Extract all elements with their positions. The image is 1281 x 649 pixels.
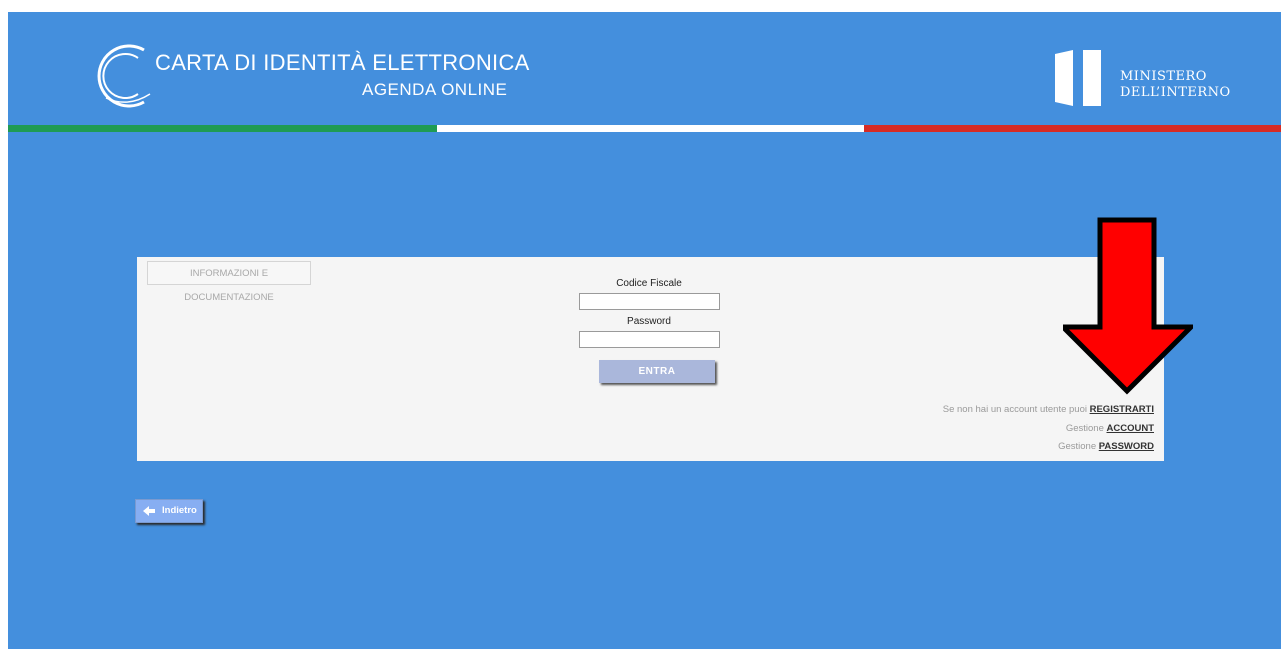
entra-button[interactable]: ENTRA: [599, 360, 715, 383]
account-link[interactable]: ACCOUNT: [1107, 423, 1155, 434]
back-button[interactable]: Indietro: [135, 499, 203, 523]
codice-fiscale-label: Codice Fiscale: [616, 278, 682, 289]
red-arrow-icon: [1063, 217, 1193, 395]
flag-green: [8, 125, 437, 132]
flag-white: [437, 125, 864, 132]
password-management-link[interactable]: PASSWORD: [1099, 441, 1154, 452]
register-link[interactable]: REGISTRARTI: [1090, 404, 1154, 415]
account-text: Gestione: [1065, 423, 1104, 434]
register-text: Se non hai un account utente puoi: [942, 404, 1087, 415]
password-label: Password: [627, 316, 671, 327]
ministry-name-line1: MINISTERO: [1120, 69, 1207, 84]
cie-logo-icon: [97, 44, 151, 108]
codice-fiscale-input[interactable]: [579, 293, 720, 310]
ministry-logo-icon: [1055, 50, 1101, 106]
login-panel: INFORMAZIONI E DOCUMENTAZIONE Codice Fis…: [137, 257, 1164, 461]
flag-red: [864, 125, 1281, 132]
app-subtitle: AGENDA ONLINE: [362, 80, 508, 99]
account-line: Gestione ACCOUNT: [754, 423, 1154, 434]
app-title: CARTA DI IDENTITÀ ELETTRONICA: [155, 50, 530, 75]
page: CARTA DI IDENTITÀ ELETTRONICA AGENDA ONL…: [8, 12, 1281, 649]
arrow-left-icon: [143, 506, 155, 516]
back-button-label: Indietro: [162, 505, 197, 516]
italian-flag-stripe: [8, 125, 1281, 132]
ministry-name-line2: DELL’INTERNO: [1120, 85, 1231, 100]
register-line: Se non hai un account utente puoi REGIST…: [754, 404, 1154, 415]
password-text: Gestione: [1058, 441, 1097, 452]
info-documentation-button[interactable]: INFORMAZIONI E DOCUMENTAZIONE: [147, 261, 311, 303]
password-line: Gestione PASSWORD: [754, 441, 1154, 452]
password-input[interactable]: [579, 331, 720, 348]
